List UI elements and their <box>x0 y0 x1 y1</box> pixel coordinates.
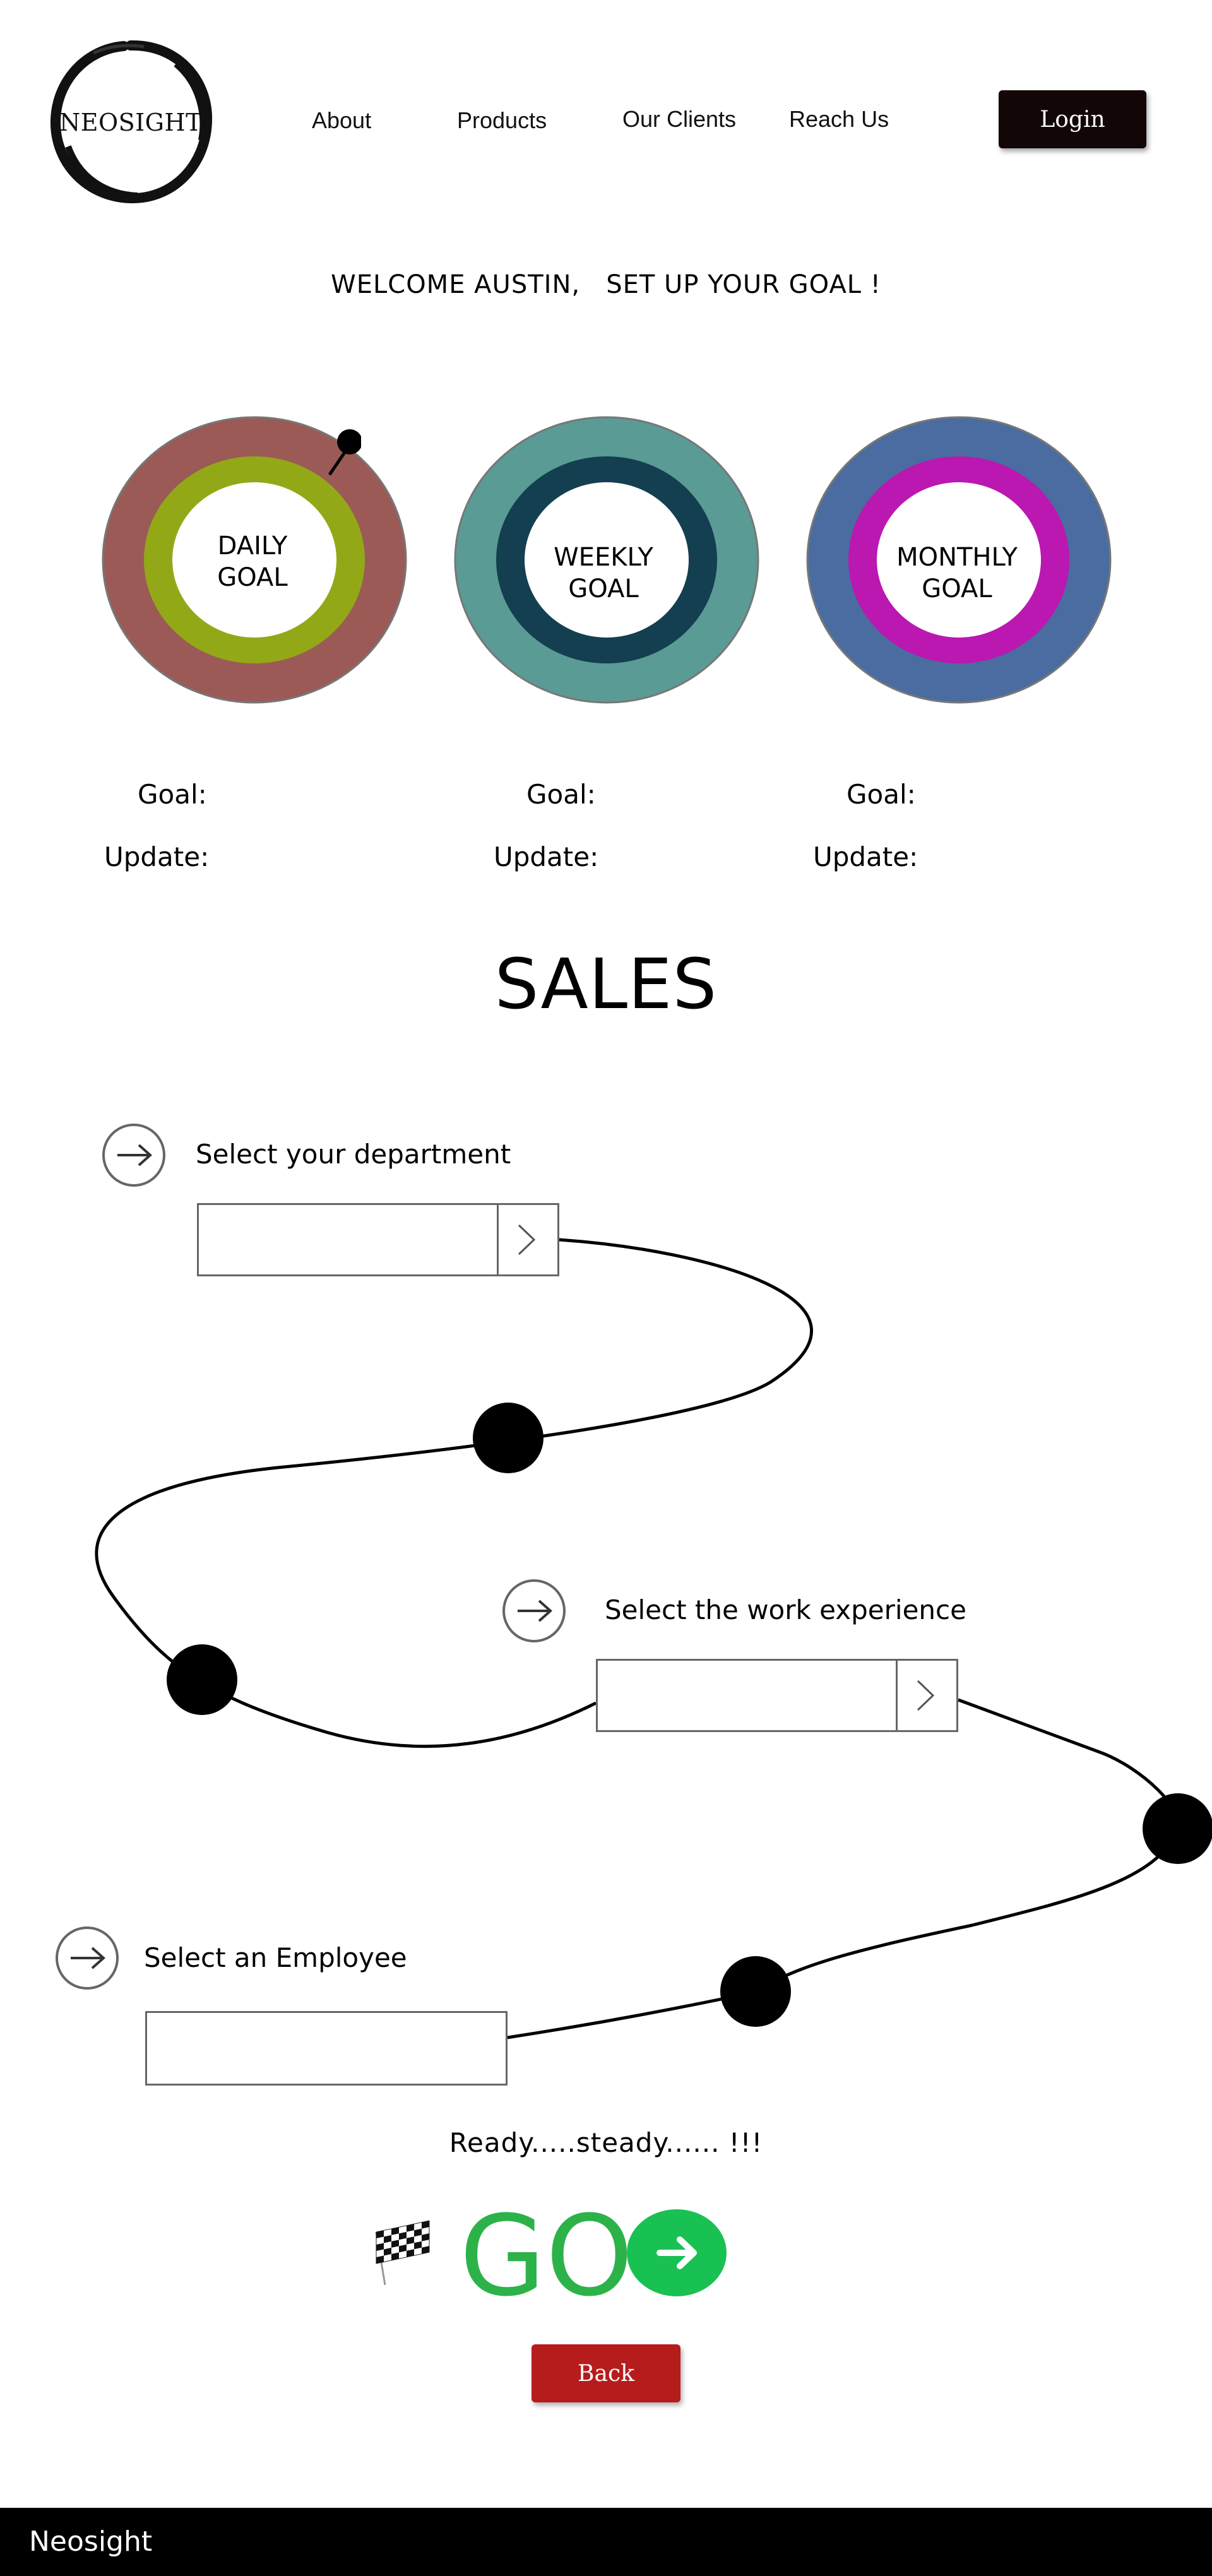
logo-text: NEOSIGHT <box>59 109 203 136</box>
experience-select[interactable] <box>596 1659 958 1732</box>
monthly-update-field-label: Update: <box>813 841 918 872</box>
daily-goal-field-label: Goal: <box>138 779 207 810</box>
step-department-icon-circle <box>102 1124 165 1187</box>
nav-our-clients[interactable]: Our Clients <box>622 106 736 133</box>
daily-update-field-label: Update: <box>104 841 210 872</box>
ready-text: Ready.....steady...... !!! <box>449 2127 763 2158</box>
pin-icon[interactable] <box>323 428 361 480</box>
nav-products[interactable]: Products <box>457 107 547 134</box>
daily-goal-label: DAILY GOAL <box>217 531 288 592</box>
go-label: GO <box>460 2192 633 2321</box>
monthly-goal-label: MONTHLY GOAL <box>896 543 1018 603</box>
nav-about[interactable]: About <box>312 107 371 134</box>
welcome-message: WELCOME AUSTIN, SET UP YOUR GOAL ! <box>331 270 881 299</box>
monthly-goal-field-label: Goal: <box>847 779 916 810</box>
logo[interactable]: NEOSIGHT <box>49 39 213 205</box>
arrow-right-icon <box>518 1600 553 1622</box>
path-milestone-dot <box>167 1644 237 1715</box>
department-select[interactable] <box>197 1203 559 1276</box>
nav-reach-us[interactable]: Reach Us <box>789 106 889 133</box>
chevron-right-icon <box>917 1680 935 1711</box>
weekly-goal-field-label: Goal: <box>526 779 596 810</box>
experience-select-button[interactable] <box>896 1661 956 1730</box>
go-button[interactable] <box>627 2209 727 2296</box>
monthly-goal-ring[interactable]: MONTHLY GOAL <box>805 415 1112 704</box>
daily-goal-ring[interactable]: DAILY GOAL <box>101 415 408 704</box>
path-milestone-dot <box>473 1403 544 1473</box>
checkered-flag-icon <box>375 2220 430 2286</box>
step-experience-label: Select the work experience <box>605 1594 966 1625</box>
path-milestone-dot <box>1143 1793 1212 1864</box>
arrow-right-icon <box>71 1947 106 1969</box>
footer: Neosight <box>0 2508 1212 2576</box>
employee-select[interactable] <box>145 2011 508 2086</box>
login-button[interactable]: Login <box>999 90 1146 148</box>
step-employee-label: Select an Employee <box>144 1942 407 1973</box>
weekly-goal-ring[interactable]: WEEKLY GOAL <box>453 415 760 704</box>
weekly-update-field-label: Update: <box>494 841 599 872</box>
department-select-button[interactable] <box>497 1205 557 1274</box>
step-department-label: Select your department <box>196 1139 511 1170</box>
step-employee-icon-circle <box>56 1926 119 1990</box>
weekly-goal-label: WEEKLY GOAL <box>554 543 653 603</box>
arrow-right-icon <box>656 2236 697 2269</box>
step-experience-icon-circle <box>502 1579 566 1642</box>
arrow-right-icon <box>117 1144 153 1166</box>
back-button[interactable]: Back <box>532 2344 680 2402</box>
path-milestone-dot <box>720 1956 791 2027</box>
chevron-right-icon <box>518 1224 536 1255</box>
footer-brand: Neosight <box>29 2526 153 2558</box>
section-title: SALES <box>494 944 718 1024</box>
